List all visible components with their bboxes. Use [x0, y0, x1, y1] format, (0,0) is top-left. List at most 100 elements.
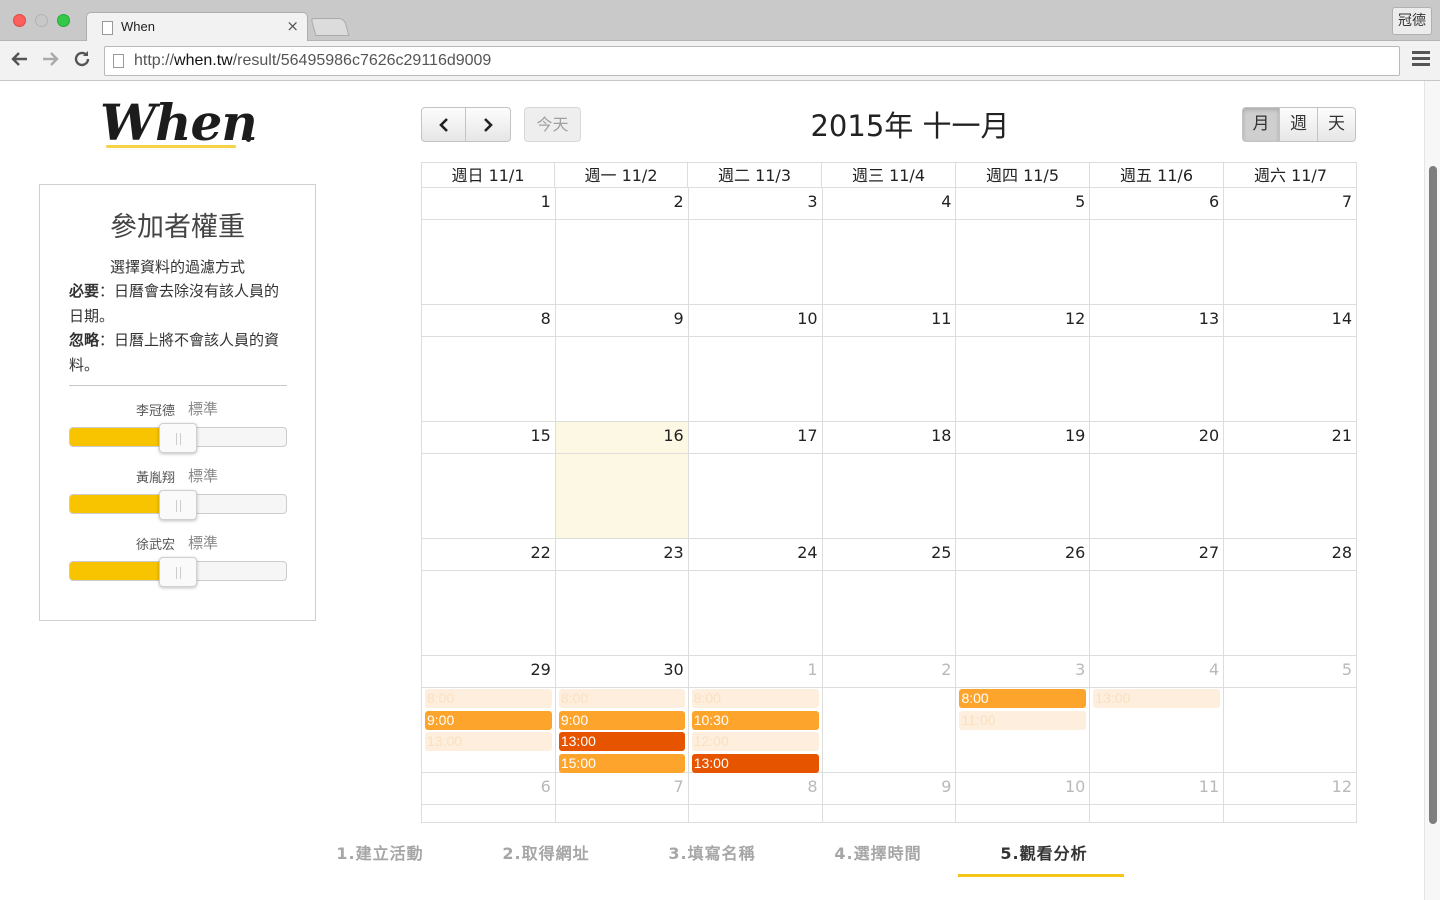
step-tab-2[interactable]: 2.取得網址	[463, 840, 629, 864]
browser-menu-icon[interactable]	[1412, 51, 1430, 69]
calendar-day-cell[interactable]: 20	[1090, 422, 1225, 538]
step-tab-5[interactable]: 5.觀看分析	[961, 840, 1127, 864]
forward-button[interactable]	[38, 49, 62, 73]
calendar-day-cell[interactable]: 27	[1090, 539, 1225, 655]
calendar-event[interactable]: 13:00	[691, 753, 819, 773]
calendar-day-cell[interactable]: 4 13:00	[1090, 656, 1225, 772]
calendar-day-cell[interactable]: 12	[956, 305, 1091, 421]
calendar-day-cell[interactable]: 6	[422, 773, 556, 822]
step-tab-4[interactable]: 4.選擇時間	[795, 840, 961, 864]
calendar-day-cell[interactable]: 29 8:00 9:00 13:00	[422, 656, 556, 772]
calendar-day-cell[interactable]: 1 8:00 10:30 12:00 13:00	[688, 656, 823, 773]
calendar-week-row: 22 23 24 25 26 27 28	[421, 539, 1358, 656]
calendar-day-cell[interactable]: 9	[555, 305, 689, 421]
day-number-divider	[956, 804, 1090, 805]
reload-button[interactable]	[70, 49, 94, 73]
weight-slider-handle[interactable]	[159, 423, 197, 453]
calendar-day-cell[interactable]: 15	[422, 422, 556, 538]
close-window-button[interactable]	[13, 14, 26, 27]
calendar-day-cell[interactable]: 7	[1224, 188, 1358, 304]
scrollbar-thumb[interactable]	[1429, 166, 1437, 824]
calendar-day-cell[interactable]: 16	[555, 422, 689, 538]
calendar-day-cell[interactable]: 6	[1090, 188, 1225, 304]
calendar-day-cell[interactable]: 26	[956, 539, 1091, 655]
back-button[interactable]	[8, 49, 32, 73]
calendar-week-row: 1 2 3 4 5 6 7	[421, 188, 1358, 305]
minimize-window-button[interactable]	[35, 14, 48, 27]
browser-toolbar: http://when.tw/result/56495986c7626c2911…	[0, 41, 1440, 81]
calendar-day-cell[interactable]: 21	[1224, 422, 1358, 538]
today-button[interactable]: 今天	[524, 107, 581, 142]
view-button-week[interactable]: 週	[1280, 107, 1318, 142]
calendar-day-cell[interactable]: 1	[422, 188, 556, 304]
day-number-divider	[1090, 804, 1224, 805]
day-number: 29	[530, 660, 551, 679]
calendar-day-cell[interactable]: 14	[1224, 305, 1358, 421]
calendar-day-cell[interactable]: 24	[688, 539, 823, 655]
calendar-event[interactable]: 12:00	[691, 732, 819, 751]
calendar-day-cell[interactable]: 4	[822, 188, 957, 304]
new-tab-button[interactable]	[310, 18, 350, 36]
calendar-day-cell[interactable]: 23	[555, 539, 689, 655]
calendar-event[interactable]: 9:00	[425, 710, 552, 730]
calendar-event[interactable]: 11:00	[959, 710, 1087, 730]
tab-close-icon[interactable]: ×	[286, 17, 299, 35]
page-scrollbar[interactable]	[1424, 81, 1440, 900]
prev-month-button[interactable]	[421, 107, 466, 142]
calendar-day-cell[interactable]: 11	[822, 305, 957, 421]
day-number: 2	[941, 660, 952, 679]
calendar-week-row: 15 16 17 18 19 20 21	[421, 422, 1358, 539]
calendar-day-cell[interactable]: 2	[555, 188, 689, 304]
calendar-event[interactable]: 13:00	[425, 732, 552, 751]
calendar-day-cell[interactable]: 17	[688, 422, 823, 538]
calendar-day-cell[interactable]: 18	[822, 422, 957, 538]
day-of-week-label: 週二 11/3	[688, 163, 822, 187]
profile-button[interactable]: 冠德	[1392, 7, 1432, 35]
day-number: 6	[1208, 192, 1220, 211]
calendar-day-cell[interactable]: 9	[822, 773, 957, 822]
calendar-day-cell[interactable]: 19	[956, 422, 1091, 538]
calendar-day-cell[interactable]: 2	[822, 656, 957, 772]
calendar-day-cell[interactable]: 10	[688, 305, 823, 421]
page-icon	[113, 54, 124, 68]
calendar-day-cell[interactable]: 3 8:00 11:00	[956, 656, 1091, 772]
step-tab-1[interactable]: 1.建立活動	[297, 840, 463, 864]
calendar-day-cell[interactable]: 5	[1224, 656, 1358, 772]
calendar-day-cell[interactable]: 30 8:00 9:00 13:00 15:00	[555, 656, 689, 773]
calendar-day-cell[interactable]: 12	[1224, 773, 1358, 822]
day-number-divider	[688, 804, 822, 805]
browser-tab[interactable]: When ×	[86, 12, 308, 42]
view-button-month[interactable]: 月	[1242, 107, 1280, 142]
weight-slider-handle[interactable]	[159, 490, 197, 520]
calendar-event[interactable]: 10:30	[691, 710, 819, 730]
zoom-window-button[interactable]	[57, 14, 70, 27]
calendar-day-cell[interactable]: 25	[822, 539, 957, 655]
calendar-event[interactable]: 8:00	[959, 689, 1087, 708]
day-number-divider	[422, 804, 555, 805]
calendar-event[interactable]: 8:00	[558, 689, 685, 708]
address-bar[interactable]: http://when.tw/result/56495986c7626c2911…	[104, 46, 1400, 76]
calendar-event[interactable]: 8:00	[425, 689, 552, 708]
calendar-day-cell[interactable]: 11	[1090, 773, 1225, 822]
calendar-event[interactable]: 13:00	[1093, 689, 1221, 708]
step-tab-3[interactable]: 3.填寫名稱	[629, 840, 795, 864]
calendar-day-cell[interactable]: 22	[422, 539, 556, 655]
weight-slider-handle[interactable]	[159, 557, 197, 587]
calendar-day-cell[interactable]: 5	[956, 188, 1091, 304]
next-month-button[interactable]	[466, 107, 511, 142]
day-number-divider	[555, 570, 688, 571]
calendar-day-cell[interactable]: 10	[956, 773, 1091, 822]
calendar-event[interactable]: 9:00	[558, 710, 685, 730]
calendar-event[interactable]: 15:00	[558, 753, 685, 773]
calendar-event[interactable]: 13:00	[558, 732, 685, 751]
calendar-event[interactable]: 8:00	[691, 689, 819, 708]
arrow-right-icon	[43, 52, 59, 66]
calendar-day-cell[interactable]: 28	[1224, 539, 1358, 655]
calendar-day-cell[interactable]: 7	[555, 773, 689, 822]
view-button-day[interactable]: 天	[1318, 107, 1356, 142]
calendar-day-cell[interactable]: 13	[1090, 305, 1225, 421]
calendar-day-cell[interactable]: 3	[688, 188, 823, 304]
calendar-day-cell[interactable]: 8	[422, 305, 556, 421]
url-text[interactable]: http://when.tw/result/56495986c7626c2911…	[134, 52, 491, 70]
calendar-day-cell[interactable]: 8	[688, 773, 823, 822]
